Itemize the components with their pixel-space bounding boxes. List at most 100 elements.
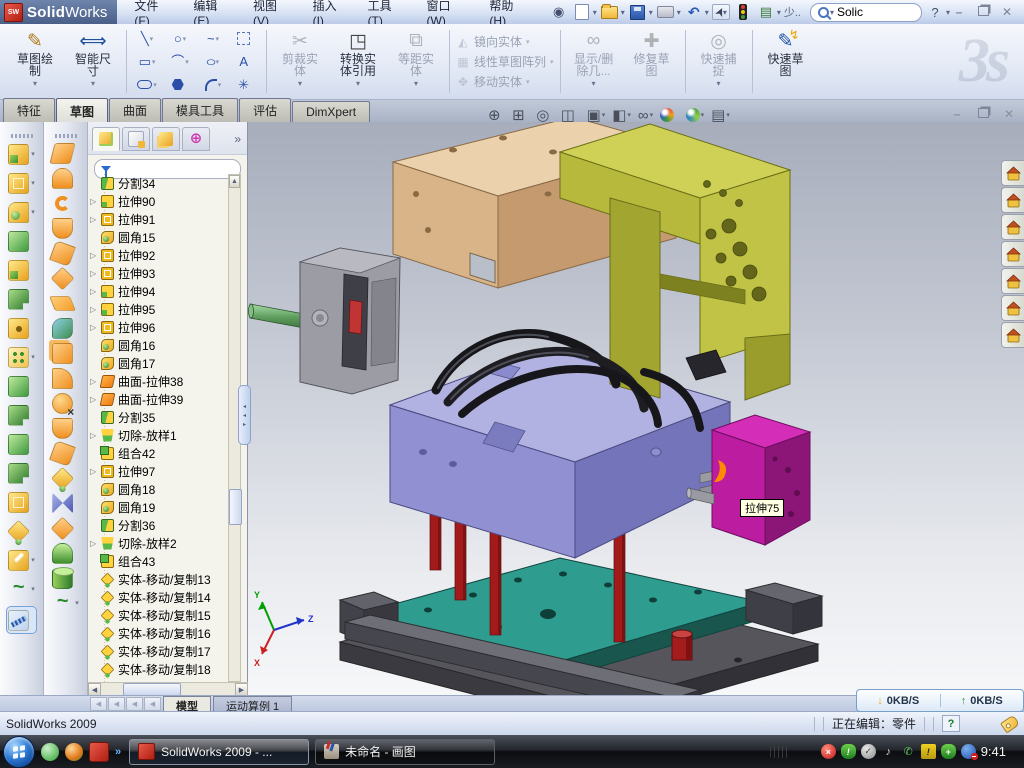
bend-icon[interactable]: ▾ — [52, 367, 79, 389]
expand-arrow-icon[interactable]: ▷ — [90, 215, 101, 224]
ribbon-tab[interactable]: 模具工具 — [162, 98, 238, 122]
search-input[interactable]: ▾ Solic — [810, 3, 922, 22]
traffic-light-icon[interactable] — [733, 3, 753, 21]
update-icon[interactable]: ✓ — [861, 744, 876, 759]
tag-icon[interactable] — [1000, 714, 1020, 733]
text-tool[interactable]: A ▾ — [230, 51, 262, 73]
expand-arrow-icon[interactable]: ▷ — [90, 467, 101, 476]
revolved-boss-icon[interactable]: ▾ — [8, 171, 35, 195]
solidworks-quick-icon[interactable] — [89, 742, 109, 762]
apply-scene-icon[interactable]: ▾ — [686, 108, 705, 122]
mirror-feature-icon[interactable]: ▾ — [8, 374, 35, 398]
panel-overflow-chevron[interactable]: » — [234, 132, 245, 146]
fillet-feature-icon[interactable]: ▾ — [8, 200, 35, 224]
quick-snaps-button[interactable]: ◎ 快速捕 捉 ▾ — [690, 24, 748, 99]
help-button[interactable]: ? — [925, 3, 945, 21]
trim-entities-button[interactable]: ✂ 剪裁实 体 ▾ — [271, 24, 329, 99]
convert-entities-button[interactable]: ◳ 转换实 体引用 ▾ — [329, 24, 387, 99]
expand-arrow-icon[interactable]: ▷ — [90, 431, 101, 440]
repair-sketch-button[interactable]: ✚ 修复草 图 — [623, 24, 681, 99]
new-document-icon[interactable] — [572, 3, 592, 21]
tree-item[interactable]: ▷ 拉伸96 — [88, 318, 234, 336]
offset-entities-button[interactable]: ⧉ 等距实 体 ▾ — [387, 24, 445, 99]
wireless-warning-icon[interactable]: ! — [921, 744, 936, 759]
expand-arrow-icon[interactable]: ▷ — [90, 305, 101, 314]
tree-item[interactable]: ▷ 实体-移动/复制15 — [88, 606, 234, 624]
planar-surface-icon[interactable]: ▾ — [52, 292, 79, 314]
display-delete-relations-button[interactable]: ∞ 显示/删 除几... ▾ — [565, 24, 623, 99]
select-tool-button[interactable]: ➤▾ — [712, 4, 730, 20]
tree-item[interactable]: ▷ 实体-移动/复制14 — [88, 588, 234, 606]
restore-icon[interactable] — [974, 5, 992, 19]
antivirus-icon[interactable]: ! — [841, 744, 856, 759]
ribbon-tab[interactable]: 草图 — [56, 98, 108, 123]
tree-item[interactable]: ▷ 圆角16 — [88, 336, 234, 354]
doc-restore-icon[interactable] — [974, 107, 992, 121]
extruded-surface-icon[interactable]: ▾ — [52, 217, 79, 239]
start-button[interactable] — [3, 736, 35, 768]
circle-tool[interactable]: ○ ▾ — [164, 28, 196, 50]
tree-item[interactable]: ▷ 分割35 — [88, 408, 234, 426]
tree-item[interactable]: ▷ 圆角18 — [88, 480, 234, 498]
home-icon[interactable] — [1001, 160, 1024, 186]
freeform-icon[interactable]: ▾ — [52, 592, 79, 614]
prev-tab-icon[interactable]: ◀ — [108, 697, 125, 711]
sketch-button[interactable]: ✎ 草图绘 制 ▾ — [6, 24, 64, 99]
tree-item[interactable]: ▷ 分割34 — [88, 174, 234, 192]
rapid-sketch-button[interactable]: ✎ 快速草 图 — [757, 24, 815, 99]
mirror-entities-icon[interactable]: ◭ 镜向实体 ▾ — [456, 33, 554, 50]
replace-face-icon[interactable]: ▾ — [52, 417, 79, 439]
tree-item[interactable]: ▷ 分割36 — [88, 516, 234, 534]
ribbon-tab[interactable]: 曲面 — [109, 98, 161, 122]
hole-wizard-icon[interactable]: ▾ — [8, 316, 35, 340]
revolved-surface-icon[interactable]: ▾ — [52, 167, 79, 189]
zoom-area-icon[interactable]: ⊞ ▾ — [512, 106, 529, 124]
shield-plus-icon[interactable]: + — [941, 744, 956, 759]
section-view-icon[interactable]: ◫ ▾ — [561, 106, 580, 124]
view-palette-icon[interactable] — [1001, 268, 1024, 294]
tree-item[interactable]: ▷ 拉伸91 — [88, 210, 234, 228]
thicken-icon[interactable]: ▾ — [52, 342, 79, 364]
security-alert-icon[interactable]: × — [821, 744, 836, 759]
display-style-icon[interactable]: ◧ ▾ — [612, 106, 631, 124]
doc-close-icon[interactable]: ✕ — [1000, 107, 1018, 121]
last-tab-icon[interactable]: ◀ — [144, 697, 161, 711]
tree-item[interactable]: ▷ 组合43 — [88, 552, 234, 570]
launcher-icon[interactable] — [65, 743, 83, 761]
tree-item[interactable]: ▷ 圆角19 — [88, 498, 234, 516]
ribbon-tab[interactable]: DimXpert — [292, 101, 370, 122]
network-speed-widget[interactable]: ↓ 0KB/S ↑ 0KB/S — [856, 689, 1024, 712]
hide-show-items-icon[interactable]: ∞ ▾ — [638, 107, 653, 124]
draft-icon[interactable]: ▾ — [8, 461, 35, 485]
rib-icon[interactable]: ▾ — [8, 403, 35, 427]
open-icon[interactable] — [600, 3, 620, 21]
model-tab[interactable]: 运动算例 1 — [213, 696, 292, 712]
parting-line-icon[interactable]: ▾ — [52, 442, 79, 464]
expand-arrow-icon[interactable]: ▷ — [90, 251, 101, 260]
smart-dimension-button[interactable]: ⟺ 智能尺 寸 ▾ — [64, 24, 122, 99]
design-library-icon[interactable] — [1001, 214, 1024, 240]
offset-surface-icon[interactable]: ▾ — [52, 267, 79, 289]
zoom-fit-icon[interactable]: ⊕ ▾ — [488, 106, 505, 124]
ribbon-tab[interactable]: 评估 — [239, 98, 291, 122]
configurationmanager-tab[interactable] — [152, 127, 180, 151]
save-icon[interactable] — [628, 3, 648, 21]
quick-launch-chevron[interactable]: » — [115, 746, 121, 758]
tree-item[interactable]: ▷ 曲面-拉伸39 — [88, 390, 234, 408]
swept-surface-icon[interactable]: ▾ — [52, 142, 79, 164]
flex-icon[interactable]: ▾ — [8, 577, 35, 601]
ribbon-tab[interactable]: 特征 — [3, 98, 55, 122]
tree-item[interactable]: ▷ 实体-移动/复制16 — [88, 624, 234, 642]
view-orientation-icon[interactable]: ▣ ▾ — [587, 106, 606, 124]
insert-mold-folder-icon[interactable]: ▾ — [52, 492, 79, 514]
expand-arrow-icon[interactable]: ▷ — [90, 539, 101, 548]
appearances-scenes-icon[interactable] — [1001, 295, 1024, 321]
view-settings-icon[interactable]: ▤ ▾ — [711, 106, 730, 124]
custom-properties-icon[interactable] — [1001, 322, 1024, 348]
delete-face-icon[interactable]: ▾ — [52, 392, 79, 414]
sync-blocked-icon[interactable] — [961, 744, 976, 759]
scrollbar-thumb[interactable] — [229, 489, 242, 525]
linear-pattern-feature-icon[interactable]: ▾ — [8, 345, 35, 369]
edit-appearance-icon[interactable]: ▾ — [660, 108, 679, 122]
dimxpertmanager-tab[interactable]: ⊕ — [182, 127, 210, 151]
